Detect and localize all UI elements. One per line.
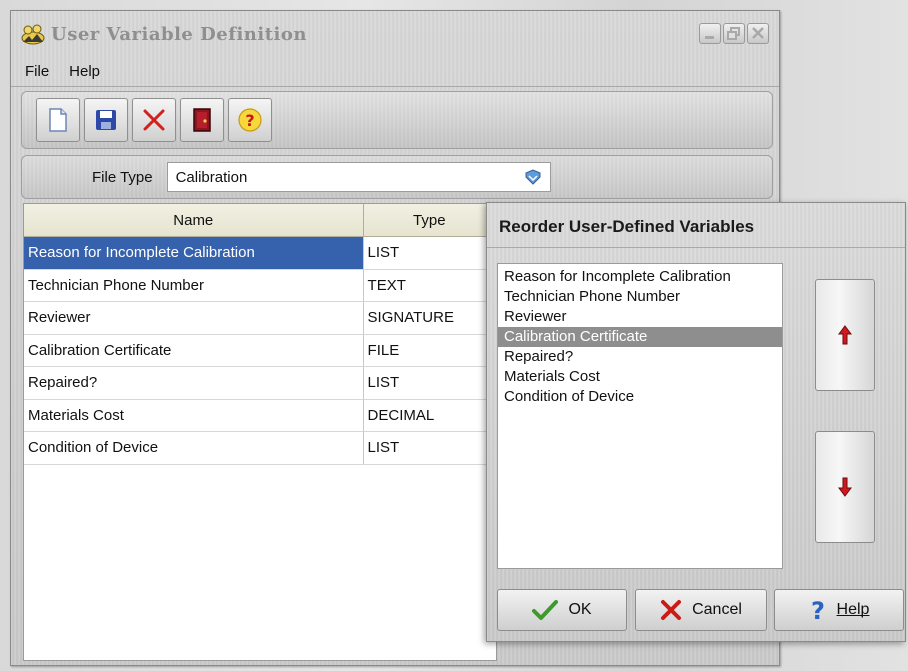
table-row[interactable]: Repaired? LIST — [24, 367, 496, 400]
table-row[interactable]: Condition of Device LIST — [24, 432, 496, 465]
window-controls — [699, 23, 769, 44]
save-button[interactable] — [84, 98, 128, 142]
help-icon: ? — [238, 108, 262, 132]
move-down-button[interactable] — [815, 431, 875, 543]
file-type-bar: File Type Calibration — [21, 155, 773, 199]
table-row[interactable]: Reason for Incomplete Calibration LIST — [24, 237, 496, 270]
cancel-button[interactable]: Cancel — [635, 589, 767, 631]
menu-help[interactable]: Help — [69, 63, 100, 80]
cell-name[interactable]: Condition of Device — [24, 432, 364, 465]
file-type-label: File Type — [92, 168, 153, 186]
new-button[interactable] — [36, 98, 80, 142]
user-variable-app-icon — [19, 22, 47, 46]
list-item[interactable]: Technician Phone Number — [498, 287, 782, 307]
svg-text:?: ? — [245, 111, 254, 130]
list-item[interactable]: Materials Cost — [498, 367, 782, 387]
menu-file[interactable]: File — [25, 63, 49, 80]
table-row[interactable]: Technician Phone Number TEXT — [24, 269, 496, 302]
checkmark-icon — [532, 600, 559, 620]
move-up-button[interactable] — [815, 279, 875, 391]
help-dialog-button[interactable]: ? Help — [774, 589, 904, 631]
cell-name[interactable]: Calibration Certificate — [24, 334, 364, 367]
title-bar[interactable]: User Variable Definition — [11, 11, 779, 57]
dialog-title-divider — [487, 247, 905, 248]
table-row[interactable]: Calibration Certificate FILE — [24, 334, 496, 367]
reorder-list[interactable]: Reason for Incomplete Calibration Techni… — [497, 263, 783, 569]
variables-table: Name Type Reason for Incomplete Calibrat… — [23, 203, 497, 661]
cancel-x-icon — [661, 600, 682, 620]
delete-button[interactable] — [132, 98, 176, 142]
svg-text:?: ? — [811, 597, 825, 623]
cell-name[interactable]: Materials Cost — [24, 399, 364, 432]
file-type-value: Calibration — [175, 168, 248, 186]
close-button[interactable] — [747, 23, 769, 44]
list-item[interactable]: Repaired? — [498, 347, 782, 367]
file-type-select[interactable]: Calibration — [166, 162, 551, 192]
cell-name[interactable]: Reason for Incomplete Calibration — [24, 237, 364, 270]
table-header: Name Type — [24, 204, 496, 237]
toolbar: ? — [21, 91, 773, 149]
new-document-icon — [49, 108, 67, 132]
cell-name[interactable]: Repaired? — [24, 367, 364, 400]
column-header-name[interactable]: Name — [24, 204, 364, 237]
ok-button[interactable]: OK — [497, 589, 627, 631]
list-item[interactable]: Reviewer — [498, 307, 782, 327]
table-row[interactable]: Materials Cost DECIMAL — [24, 399, 496, 432]
window-title: User Variable Definition — [51, 23, 307, 45]
cell-type[interactable]: DECIMAL — [363, 399, 496, 432]
cell-type[interactable]: LIST — [363, 237, 496, 270]
exit-button[interactable] — [180, 98, 224, 142]
list-item[interactable]: Reason for Incomplete Calibration — [498, 267, 782, 287]
delete-icon — [143, 109, 165, 131]
list-item[interactable]: Condition of Device — [498, 387, 782, 407]
cancel-label: Cancel — [692, 601, 742, 618]
cell-type[interactable]: FILE — [363, 334, 496, 367]
cell-name[interactable]: Technician Phone Number — [24, 269, 364, 302]
column-header-type[interactable]: Type — [363, 204, 496, 237]
help-button[interactable]: ? — [228, 98, 272, 142]
cell-name[interactable]: Reviewer — [24, 302, 364, 335]
maximize-button[interactable] — [723, 23, 745, 44]
help-label: Help — [836, 601, 870, 618]
ok-label: OK — [568, 601, 592, 618]
exit-door-icon — [193, 108, 211, 132]
save-icon — [96, 110, 116, 130]
table-row[interactable]: Reviewer SIGNATURE — [24, 302, 496, 335]
menu-bar: File Help — [11, 57, 779, 87]
help-question-icon: ? — [811, 597, 825, 623]
dialog-title: Reorder User-Defined Variables — [499, 217, 755, 236]
arrow-down-icon — [838, 477, 852, 497]
dropdown-arrow-icon[interactable] — [524, 169, 542, 185]
list-item-selected[interactable]: Calibration Certificate — [498, 327, 782, 347]
cell-type[interactable]: LIST — [363, 367, 496, 400]
cell-type[interactable]: LIST — [363, 432, 496, 465]
reorder-dialog: Reorder User-Defined Variables Reason fo… — [486, 202, 906, 642]
arrow-up-icon — [838, 325, 852, 345]
minimize-button[interactable] — [699, 23, 721, 44]
cell-type[interactable]: TEXT — [363, 269, 496, 302]
cell-type[interactable]: SIGNATURE — [363, 302, 496, 335]
